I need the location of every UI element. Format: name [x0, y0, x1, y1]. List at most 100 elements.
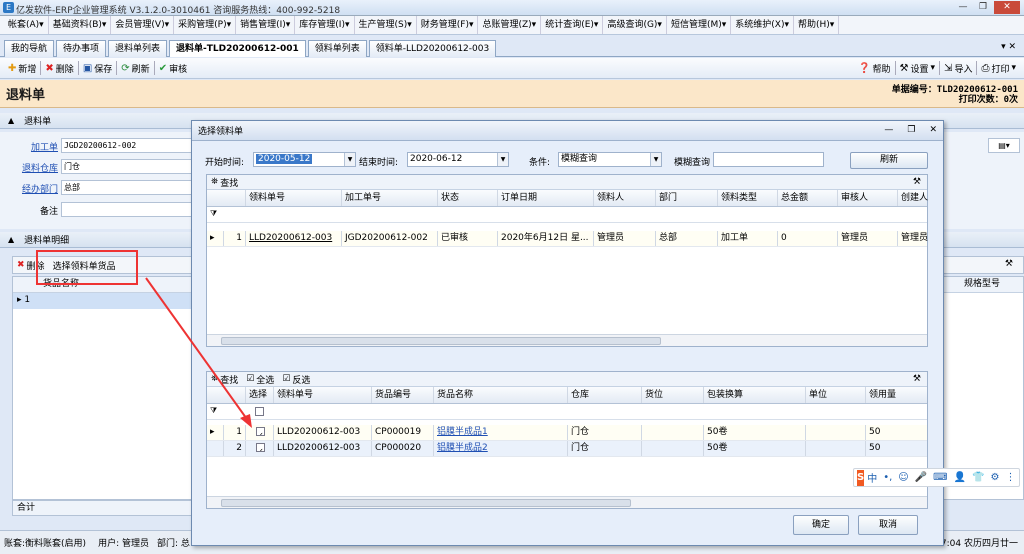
menu-item[interactable]: 会员管理(V)▾	[111, 16, 175, 34]
row-checkbox[interactable]: ✓	[256, 427, 265, 436]
ime-skin-icon[interactable]: 👕	[972, 472, 984, 483]
menu-item[interactable]: 财务管理(F)▾	[417, 16, 479, 34]
col-header[interactable]: 单位	[805, 387, 865, 403]
ime-voice-icon[interactable]: 🎤	[915, 472, 927, 483]
col-header[interactable]: 领料类型	[717, 190, 777, 206]
binoculars-icon[interactable]: ⛯	[211, 374, 218, 384]
ime-mode-icon[interactable]: 中	[867, 470, 877, 485]
ime-user-icon[interactable]: 👤	[954, 472, 966, 483]
tab-1[interactable]: 待办事项	[56, 39, 107, 57]
tools-icon[interactable]: ⚒	[913, 374, 921, 384]
department-field[interactable]: 总部	[61, 180, 201, 195]
row-checkbox[interactable]: ✓	[256, 443, 265, 452]
minimize-icon[interactable]: —	[884, 125, 893, 135]
tab-3[interactable]: 退料单-TLD20200612-001	[169, 39, 306, 57]
invert-selection-button[interactable]: 反选	[292, 373, 310, 386]
remark-field[interactable]	[61, 202, 201, 217]
col-header[interactable]: 领用量	[865, 387, 929, 403]
side-dropdown[interactable]: ▤▾	[988, 138, 1020, 153]
new-button[interactable]: ✚ 新增	[4, 62, 40, 75]
menu-item[interactable]: 采购管理(P)▾	[174, 16, 237, 34]
col-header[interactable]: 选择	[245, 387, 273, 403]
binoculars-icon[interactable]: ⛯	[211, 177, 218, 187]
ime-toolbar[interactable]: S 中 •, ☺ 🎤 ⌨ 👤 👕 ⚙ ⋮	[853, 468, 1020, 487]
menu-item[interactable]: 高级查询(G)▾	[603, 16, 667, 34]
cell-name[interactable]: 铝膜半成品1	[433, 425, 567, 440]
table-row[interactable]: 2 ✓ LLD20200612-003 CP000020 铝膜半成品2 门仓 50卷 50	[207, 441, 927, 457]
close-icon[interactable]: ✕	[994, 1, 1020, 14]
import-button[interactable]: ⇲ 导入	[940, 61, 976, 75]
menu-item[interactable]: 统计查询(E)▾	[541, 16, 604, 34]
col-header[interactable]: 货品名称	[433, 387, 567, 403]
menu-item[interactable]: 系统维护(X)▾	[731, 16, 794, 34]
return-warehouse-field[interactable]: 门仓	[61, 159, 201, 174]
col-header[interactable]: 仓库	[567, 387, 641, 403]
menu-item[interactable]: 总账管理(Z)▾	[478, 16, 542, 34]
ime-more-icon[interactable]: ⋮	[1005, 472, 1015, 483]
condition-select[interactable]: 模糊查询 ▼	[558, 152, 662, 167]
detail-row[interactable]: ▸ 1	[13, 293, 191, 309]
job-order-label[interactable]: 加工单	[0, 140, 58, 153]
chevron-down-icon[interactable]: ▼	[497, 153, 508, 166]
chevron-down-icon[interactable]: ▼	[344, 153, 355, 166]
menu-item[interactable]: 帐套(A)▾	[4, 16, 49, 34]
tab-4[interactable]: 领料单列表	[307, 39, 367, 57]
col-header[interactable]: 总金额	[777, 190, 837, 206]
tab-2[interactable]: 退料单列表	[108, 39, 168, 57]
help-button[interactable]: ❓ 帮助	[854, 61, 894, 75]
col-header[interactable]: 订单日期	[497, 190, 593, 206]
ime-settings-icon[interactable]: ⚙	[991, 472, 1000, 483]
table-row[interactable]: ▸ 1 LLD20200612-003 JGD20200612-002 已审核 2020年…	[207, 231, 928, 247]
refresh-button[interactable]: ⟳ 刷新	[117, 62, 153, 75]
tools-icon[interactable]: ⚒	[913, 177, 921, 187]
select-all-button[interactable]: 全选	[256, 373, 274, 386]
department-label[interactable]: 经办部门	[0, 182, 58, 195]
horizontal-scrollbar[interactable]	[207, 496, 927, 508]
ime-keyboard-icon[interactable]: ⌨	[933, 472, 947, 483]
col-header[interactable]: 领料单号	[245, 190, 341, 206]
tab-0[interactable]: 我的导航	[4, 39, 55, 57]
goods-find-button[interactable]: 查找	[220, 373, 238, 386]
ime-emoji-icon[interactable]: ☺	[898, 472, 908, 483]
col-header[interactable]: 创建人	[897, 190, 937, 206]
maximize-icon[interactable]: ❐	[974, 1, 992, 14]
fuzzy-query-input[interactable]	[713, 152, 824, 167]
chevron-down-icon[interactable]: ▼	[650, 153, 661, 166]
tab-close-icon[interactable]: ▾ ✕	[1001, 42, 1016, 52]
col-header[interactable]: 状态	[437, 190, 497, 206]
restore-icon[interactable]: ❐	[907, 125, 915, 135]
dialog-refresh-button[interactable]: 刷新	[850, 152, 928, 169]
return-warehouse-label[interactable]: 退料仓库	[0, 161, 58, 174]
ime-punct-icon[interactable]: •,	[883, 472, 892, 483]
minimize-icon[interactable]: —	[954, 1, 972, 14]
audit-button[interactable]: ✔ 审核	[155, 62, 191, 75]
col-header[interactable]: 部门	[655, 190, 717, 206]
menu-item[interactable]: 帮助(H)▾	[794, 16, 840, 34]
settings-button[interactable]: ⚒ 设置 ▾	[896, 61, 940, 75]
col-header[interactable]: 领料单号	[273, 387, 371, 403]
save-button[interactable]: ▣ 保存	[79, 62, 116, 75]
close-icon[interactable]: ✕	[929, 125, 937, 135]
col-header[interactable]: 领料人	[593, 190, 655, 206]
col-header[interactable]: 货位	[641, 387, 703, 403]
job-order-field[interactable]: JGD20200612-002	[61, 138, 201, 153]
cancel-button[interactable]: 取消	[858, 515, 918, 535]
delete-button[interactable]: ✖ 删除	[41, 62, 77, 75]
horizontal-scrollbar[interactable]	[207, 334, 927, 346]
ok-button[interactable]: 确定	[793, 515, 849, 535]
menu-item[interactable]: 短信管理(M)▾	[667, 16, 732, 34]
col-header[interactable]: 包装换算	[703, 387, 805, 403]
goods-filter-row[interactable]: ⧩	[207, 404, 927, 420]
start-date-picker[interactable]: 2020-05-12 ▼	[253, 152, 356, 167]
col-header[interactable]: 加工单号	[341, 190, 437, 206]
tools-icon[interactable]: ⚒	[1005, 259, 1013, 269]
end-date-picker[interactable]: 2020-06-12 ▼	[407, 152, 509, 167]
menu-item[interactable]: 销售管理(I)▾	[236, 16, 296, 34]
menu-item[interactable]: 生产管理(S)▾	[355, 16, 417, 34]
print-button[interactable]: ⎙ 打印 ▾	[977, 61, 1020, 75]
table-row[interactable]: ▸ 1 ✓ LLD20200612-003 CP000019 铝膜半成品1 门仓 50卷 50	[207, 425, 927, 441]
col-header[interactable]: 审核人	[837, 190, 897, 206]
tab-5[interactable]: 领料单-LLD20200612-003	[368, 39, 497, 57]
col-header[interactable]: 货品编号	[371, 387, 433, 403]
find-button[interactable]: 查找	[220, 176, 238, 189]
